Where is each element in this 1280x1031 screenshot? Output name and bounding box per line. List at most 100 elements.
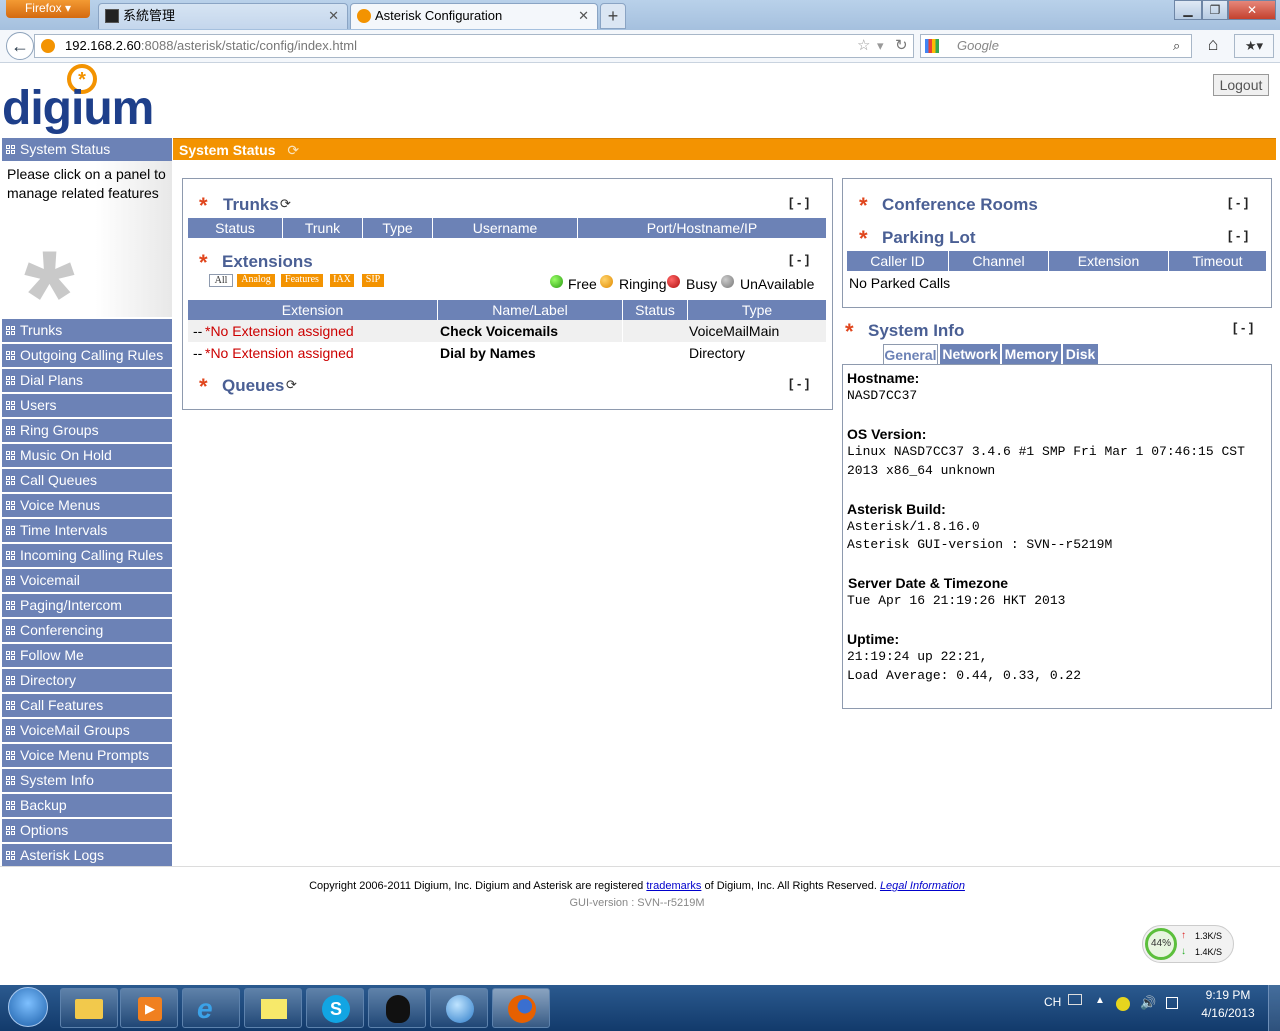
extensions-title[interactable]: Extensions	[222, 252, 313, 272]
sidebar-item-asterisk-logs[interactable]: Asterisk Logs	[2, 844, 172, 867]
minimize-window-button[interactable]: ▁	[1174, 0, 1202, 20]
show-hidden-icons-icon[interactable]: ▲	[1095, 995, 1105, 1006]
extensions-collapse-toggle[interactable]: [ - ]	[789, 252, 809, 267]
volume-icon[interactable]: 🔊	[1140, 995, 1156, 1011]
ie-taskbar-button[interactable]: e	[182, 988, 240, 1028]
bookmark-star-icon[interactable]: ☆	[857, 35, 870, 57]
refresh-icon[interactable]: ⟳	[287, 142, 299, 158]
uptime-line2: Load Average: 0.44, 0.33, 0.22	[847, 668, 1082, 683]
sidebar-item-call-features[interactable]: Call Features	[2, 694, 172, 717]
system-info-collapse-toggle[interactable]: [ - ]	[1233, 320, 1253, 335]
show-desktop-button[interactable]	[1268, 985, 1280, 1031]
busy-status-icon	[667, 275, 680, 288]
search-icon[interactable]: ⌕	[1173, 35, 1180, 57]
sidebar-item-incoming-calling-rules[interactable]: Incoming Calling Rules	[2, 544, 172, 567]
tab-asterisk-configuration[interactable]: Asterisk Configuration ✕	[350, 3, 598, 29]
trunks-collapse-toggle[interactable]: [ - ]	[789, 195, 809, 210]
refresh-icon[interactable]: ⟳	[280, 196, 291, 212]
filter-sip-button[interactable]: SIP	[362, 274, 384, 287]
sidebar-item-system-status[interactable]: System Status	[2, 138, 172, 161]
tab-disk[interactable]: Disk	[1063, 344, 1098, 364]
sidebar-item-call-queues[interactable]: Call Queues	[2, 469, 172, 492]
firefox-taskbar-button[interactable]	[492, 988, 550, 1028]
messenger-taskbar-button[interactable]	[430, 988, 488, 1028]
monitor-icon	[105, 9, 119, 23]
url-bar[interactable]: 192.168.2.60:8088/asterisk/static/config…	[34, 34, 914, 58]
free-status-icon	[550, 275, 563, 288]
legal-information-link[interactable]: Legal Information	[880, 880, 965, 892]
search-input[interactable]: Google ⌕	[920, 34, 1192, 58]
sidebar-item-options[interactable]: Options	[2, 819, 172, 842]
sidebar-item-dial-plans[interactable]: Dial Plans	[2, 369, 172, 392]
filter-iax-button[interactable]: IAX	[330, 274, 354, 287]
sticky-notes-taskbar-button[interactable]	[244, 988, 302, 1028]
sidebar-item-music-on-hold[interactable]: Music On Hold	[2, 444, 172, 467]
tab-network[interactable]: Network	[940, 344, 1000, 364]
sidebar-item-paging-intercom[interactable]: Paging/Intercom	[2, 594, 172, 617]
sidebar-item-voice-menus[interactable]: Voice Menus	[2, 494, 172, 517]
sidebar-item-trunks[interactable]: Trunks	[2, 319, 172, 342]
sidebar-description: Please click on a panel to manage relate…	[2, 161, 172, 317]
sidebar-item-conferencing[interactable]: Conferencing	[2, 619, 172, 642]
network-tray-icon[interactable]	[1166, 997, 1178, 1009]
media-player-taskbar-button[interactable]: ▶	[120, 988, 178, 1028]
queues-title[interactable]: Queues	[222, 376, 284, 396]
tab-memory[interactable]: Memory	[1002, 344, 1061, 364]
qq-taskbar-button[interactable]	[368, 988, 426, 1028]
maximize-window-button[interactable]: ❐	[1202, 0, 1228, 20]
clock-time[interactable]: 9:19 PM	[1190, 988, 1266, 1002]
col-caller-id: Caller ID	[847, 251, 949, 271]
sidebar-item-time-intervals[interactable]: Time Intervals	[2, 519, 172, 542]
update-tray-icon[interactable]	[1116, 997, 1130, 1011]
grid-icon	[6, 751, 16, 761]
clock-date[interactable]: 4/16/2013	[1190, 1006, 1266, 1020]
home-icon[interactable]: ⌂	[1198, 34, 1228, 58]
filter-features-button[interactable]: Features	[281, 274, 323, 287]
skype-taskbar-button[interactable]: S	[306, 988, 364, 1028]
sidebar-item-system-info[interactable]: System Info	[2, 769, 172, 792]
history-dropdown-icon[interactable]: ▾	[877, 35, 884, 57]
system-info-title[interactable]: System Info	[868, 321, 964, 341]
close-tab-icon[interactable]: ✕	[578, 4, 589, 28]
logout-button[interactable]: Logout	[1213, 74, 1269, 96]
back-button[interactable]: ←	[6, 32, 34, 60]
sidebar-item-directory[interactable]: Directory	[2, 669, 172, 692]
firefox-menu-button[interactable]: Firefox ▾	[6, 0, 90, 18]
sidebar-item-ring-groups[interactable]: Ring Groups	[2, 419, 172, 442]
close-tab-icon[interactable]: ✕	[328, 4, 339, 28]
sidebar-item-voice-menu-prompts[interactable]: Voice Menu Prompts	[2, 744, 172, 767]
conference-rooms-title[interactable]: Conference Rooms	[882, 195, 1038, 215]
sidebar-item-voicemail[interactable]: Voicemail	[2, 569, 172, 592]
trademarks-link[interactable]: trademarks	[646, 880, 701, 892]
filter-analog-button[interactable]: Analog	[237, 274, 275, 287]
refresh-icon[interactable]: ⟳	[286, 377, 297, 393]
queues-collapse-toggle[interactable]: [ - ]	[789, 376, 809, 391]
table-row[interactable]: -- *No Extension assigned Dial by Names …	[188, 342, 826, 364]
tab-system-management[interactable]: 系統管理 ✕	[98, 3, 348, 29]
tab-general[interactable]: General	[883, 344, 938, 365]
filter-all-button[interactable]: All	[209, 274, 233, 287]
bookmarks-menu-icon[interactable]: ★▾	[1234, 34, 1274, 58]
sidebar-item-follow-me[interactable]: Follow Me	[2, 644, 172, 667]
explorer-taskbar-button[interactable]	[60, 988, 118, 1028]
reload-icon[interactable]: ↻	[895, 35, 908, 57]
trunks-title[interactable]: Trunks	[223, 195, 279, 215]
grid-icon	[6, 801, 16, 811]
sidebar-item-users[interactable]: Users	[2, 394, 172, 417]
parking-lot-title[interactable]: Parking Lot	[882, 228, 976, 248]
sidebar-item-backup[interactable]: Backup	[2, 794, 172, 817]
parking-collapse-toggle[interactable]: [ - ]	[1228, 228, 1248, 243]
google-engine-icon[interactable]	[925, 39, 939, 53]
table-row[interactable]: -- *No Extension assigned Check Voicemai…	[188, 320, 826, 342]
keyboard-icon[interactable]	[1068, 994, 1082, 1005]
new-tab-button[interactable]: +	[600, 3, 626, 29]
start-button[interactable]	[8, 987, 48, 1027]
network-monitor-widget[interactable]: 44% ↑ 1.3K/S ↓ 1.4K/S	[1142, 925, 1234, 963]
browser-navbar: 192.168.2.60:8088/asterisk/static/config…	[0, 30, 1280, 63]
os-version-label: OS Version:	[847, 426, 927, 442]
sidebar-item-voicemail-groups[interactable]: VoiceMail Groups	[2, 719, 172, 742]
conference-collapse-toggle[interactable]: [ - ]	[1228, 195, 1248, 210]
input-language-indicator[interactable]: CH	[1044, 995, 1061, 1009]
sidebar-item-outgoing-calling-rules[interactable]: Outgoing Calling Rules	[2, 344, 172, 367]
close-window-button[interactable]: ✕	[1228, 0, 1276, 20]
